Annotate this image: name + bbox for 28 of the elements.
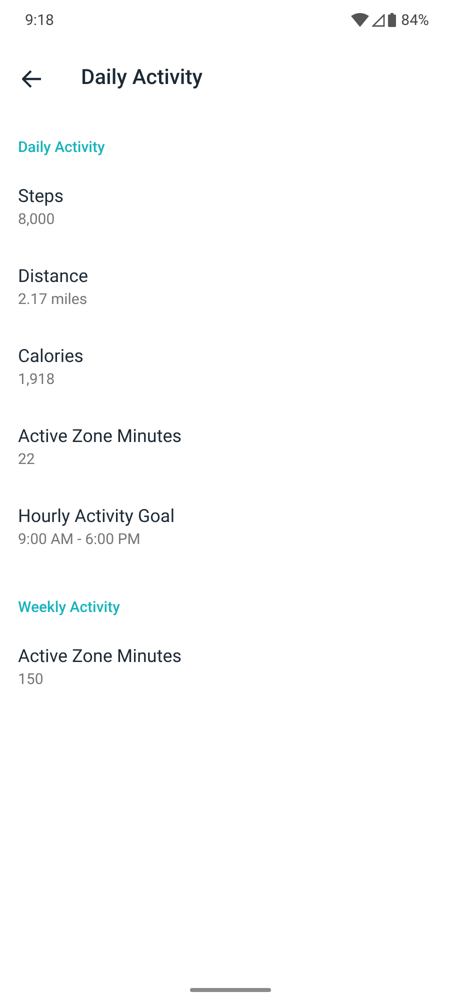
status-time: 9:18 [25, 10, 54, 31]
setting-value: 9:00 AM - 6:00 PM [18, 529, 140, 549]
setting-item[interactable]: Steps 8,000 [0, 168, 461, 248]
battery-icon [388, 13, 396, 27]
setting-item[interactable]: Calories 1,918 [0, 328, 461, 408]
setting-value: 8,000 [18, 209, 55, 229]
setting-label: Active Zone Minutes [18, 425, 182, 449]
setting-label: Hourly Activity Goal [18, 505, 175, 529]
setting-value: 150 [18, 669, 44, 689]
setting-item[interactable]: Active Zone Minutes 150 [0, 628, 461, 708]
wifi-icon [351, 13, 370, 27]
setting-label: Distance [18, 265, 88, 289]
section-header: Daily Activity [17, 137, 106, 157]
setting-value: 2.17 miles [18, 289, 88, 309]
navigation-handle[interactable] [190, 988, 271, 992]
signal-icon [372, 14, 386, 26]
setting-label: Calories [18, 345, 84, 369]
setting-label: Active Zone Minutes [18, 645, 182, 669]
setting-item[interactable]: Distance 2.17 miles [0, 248, 461, 328]
section-header: Weekly Activity [17, 597, 121, 617]
back-arrow-icon [22, 70, 42, 88]
setting-value: 22 [18, 449, 35, 469]
battery-percent: 84% [401, 10, 429, 31]
setting-item[interactable]: Active Zone Minutes 22 [0, 408, 461, 488]
setting-value: 1,918 [18, 369, 55, 389]
setting-label: Steps [18, 185, 64, 209]
page-title: Daily Activity [81, 65, 203, 92]
setting-item[interactable]: Hourly Activity Goal 9:00 AM - 6:00 PM [0, 488, 461, 568]
